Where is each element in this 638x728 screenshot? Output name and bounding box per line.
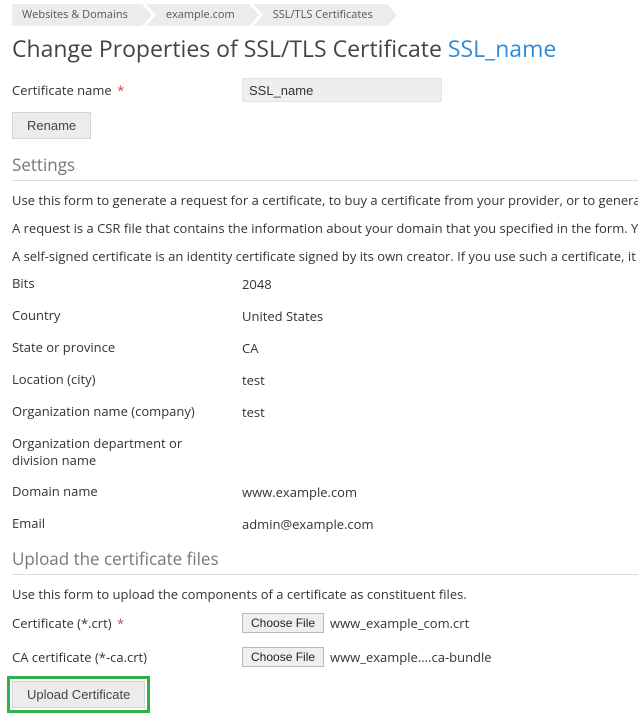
settings-desc-3: A self-signed certificate is an identity… — [12, 247, 638, 265]
org-label: Organization name (company) — [12, 403, 242, 420]
rename-button[interactable]: Rename — [12, 112, 91, 139]
breadcrumb-item-ssl[interactable]: SSL/TLS Certificates — [253, 4, 387, 26]
country-label: Country — [12, 307, 242, 324]
crt-file-name: www_example_com.crt — [330, 614, 469, 632]
breadcrumb-item-websites[interactable]: Websites & Domains — [12, 4, 142, 26]
state-value: CA — [242, 339, 638, 357]
cert-name-label-text: Certificate name — [12, 81, 112, 99]
required-mark: * — [117, 614, 124, 632]
choose-file-cacrt-button[interactable]: Choose File — [242, 647, 324, 667]
email-value: admin@example.com — [242, 515, 638, 533]
state-label: State or province — [12, 339, 242, 356]
page-title: Change Properties of SSL/TLS Certificate… — [12, 32, 638, 64]
crt-label: Certificate (*.crt) * — [12, 614, 242, 632]
cert-name-input[interactable] — [242, 78, 442, 102]
country-value: United States — [242, 307, 638, 325]
settings-desc-1: Use this form to generate a request for … — [12, 191, 638, 209]
email-label: Email — [12, 515, 242, 532]
settings-desc-2: A request is a CSR file that contains th… — [12, 219, 638, 237]
page-title-prefix: Change Properties of SSL/TLS Certificate — [12, 32, 448, 64]
required-mark: * — [117, 81, 124, 99]
upload-desc: Use this form to upload the components o… — [12, 585, 638, 603]
bits-value: 2048 — [242, 275, 638, 293]
crt-label-text: Certificate (*.crt) — [12, 614, 112, 632]
dept-label: Organization department or division name — [12, 435, 242, 469]
choose-file-crt-button[interactable]: Choose File — [242, 613, 324, 633]
cert-name-label: Certificate name * — [12, 81, 242, 99]
breadcrumb: Websites & Domains example.com SSL/TLS C… — [12, 4, 638, 26]
org-value: test — [242, 403, 638, 421]
location-label: Location (city) — [12, 371, 242, 388]
upload-certificate-button[interactable]: Upload Certificate — [12, 681, 145, 708]
location-value: test — [242, 371, 638, 389]
settings-heading: Settings — [12, 153, 638, 181]
page-title-name: SSL_name — [448, 32, 556, 64]
domain-value: www.example.com — [242, 483, 638, 501]
cacrt-file-name: www_example....ca-bundle — [330, 648, 492, 666]
breadcrumb-item-domain[interactable]: example.com — [146, 4, 249, 26]
domain-label: Domain name — [12, 483, 242, 500]
upload-heading: Upload the certificate files — [12, 547, 638, 575]
cacrt-label: CA certificate (*-ca.crt) — [12, 648, 242, 666]
bits-label: Bits — [12, 275, 242, 292]
